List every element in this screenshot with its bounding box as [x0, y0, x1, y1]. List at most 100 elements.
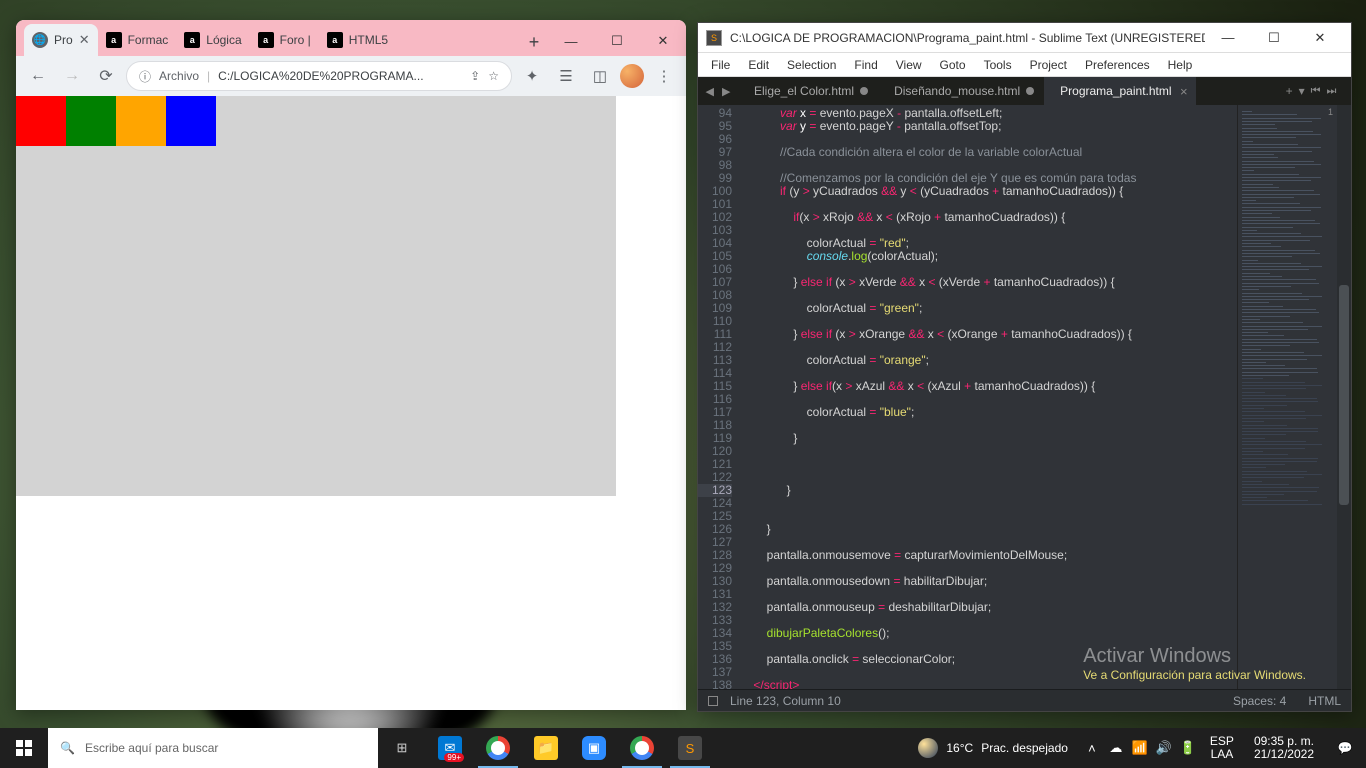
- chrome-tabstrip: 🌐Pro✕aFormacaLógicaaForo | a HTML5 + — ☐ ✕: [16, 20, 686, 56]
- chrome-window: 🌐Pro✕aFormacaLógicaaForo | a HTML5 + — ☐ ✕…: [16, 20, 686, 710]
- browser-tab[interactable]: a HTML5: [319, 24, 396, 56]
- maximize-button[interactable]: ☐: [594, 26, 640, 56]
- next-tab-icon[interactable]: ⏭: [1327, 85, 1337, 98]
- clock[interactable]: 09:35 p. m.21/12/2022: [1244, 735, 1324, 761]
- profile-avatar[interactable]: [620, 64, 644, 88]
- dirty-indicator-icon: [1026, 87, 1034, 95]
- editor-tab[interactable]: Elige_el Color.html: [738, 77, 878, 105]
- chrome-app-2[interactable]: [618, 728, 666, 768]
- notifications-icon[interactable]: 💬: [1324, 728, 1366, 768]
- code-area[interactable]: var x = evento.pageX - pantalla.offsetLe…: [740, 105, 1237, 689]
- minimize-button[interactable]: —: [548, 26, 594, 56]
- menu-tools[interactable]: Tools: [975, 53, 1021, 76]
- alura-favicon: a: [327, 32, 343, 48]
- editor-tab-label: Programa_paint.html: [1060, 84, 1171, 98]
- tab-close-icon[interactable]: ×: [1180, 84, 1188, 99]
- indent-mode[interactable]: Spaces: 4: [1233, 694, 1286, 708]
- menu-view[interactable]: View: [887, 53, 931, 76]
- tab-dropdown-icon[interactable]: ▾: [1299, 84, 1305, 98]
- sublime-icon: S: [706, 30, 722, 46]
- windows-taskbar: 🔍 Escribe aquí para buscar ⊞ 99+✉ 📁 ▣ S …: [0, 728, 1366, 768]
- side-panel-icon[interactable]: ◫: [586, 62, 614, 90]
- taskbar-search[interactable]: 🔍 Escribe aquí para buscar: [48, 728, 378, 768]
- browser-tab[interactable]: aFormac: [98, 24, 177, 56]
- syntax-mode[interactable]: HTML: [1308, 694, 1341, 708]
- tab-label: HTML5: [349, 33, 388, 47]
- dirty-indicator-icon: [860, 87, 868, 95]
- scrollbar-thumb[interactable]: [1339, 285, 1349, 505]
- weather-desc: Prac. despejado: [981, 741, 1068, 755]
- chrome-toolbar: ← → ⟳ ⓘ Archivo | C:/LOGICA%20DE%20PROGR…: [16, 56, 686, 96]
- palette-orange[interactable]: [116, 96, 166, 146]
- start-button[interactable]: [0, 728, 48, 768]
- search-placeholder: Escribe aquí para buscar: [85, 741, 218, 755]
- maximize-button[interactable]: ☐: [1251, 23, 1297, 53]
- browser-tab[interactable]: aLógica: [176, 24, 249, 56]
- menu-preferences[interactable]: Preferences: [1076, 53, 1159, 76]
- battery-icon[interactable]: 🔋: [1176, 728, 1200, 768]
- new-tab-icon[interactable]: +: [1286, 84, 1293, 98]
- alura-favicon: a: [184, 32, 200, 48]
- tray-overflow-icon[interactable]: ˄: [1080, 728, 1104, 768]
- editor-tab[interactable]: Diseñando_mouse.html: [878, 77, 1044, 105]
- url-prefix: Archivo: [159, 69, 199, 83]
- minimize-button[interactable]: —: [1205, 23, 1251, 53]
- star-icon[interactable]: ☆: [488, 69, 499, 83]
- nav-back-icon[interactable]: ◀: [706, 85, 714, 98]
- share-icon[interactable]: ⇪: [470, 69, 480, 83]
- search-icon: 🔍: [60, 741, 75, 755]
- forward-button[interactable]: →: [58, 62, 86, 90]
- minimap[interactable]: 1: [1237, 105, 1337, 689]
- address-bar[interactable]: ⓘ Archivo | C:/LOGICA%20DE%20PROGRAMA...…: [126, 61, 512, 91]
- volume-icon[interactable]: 🔊: [1152, 728, 1176, 768]
- globe-icon: 🌐: [32, 32, 48, 48]
- onedrive-icon[interactable]: ☁: [1104, 728, 1128, 768]
- sublime-app[interactable]: S: [666, 728, 714, 768]
- close-button[interactable]: ✕: [1297, 23, 1343, 53]
- language-indicator[interactable]: ESPLAA: [1200, 735, 1244, 761]
- back-button[interactable]: ←: [24, 62, 52, 90]
- system-tray: 16°C Prac. despejado ˄ ☁ 📶 🔊 🔋 ESPLAA 09…: [906, 728, 1366, 768]
- alura-favicon: a: [106, 32, 122, 48]
- wifi-icon[interactable]: 📶: [1128, 728, 1152, 768]
- menu-selection[interactable]: Selection: [778, 53, 845, 76]
- menu-file[interactable]: File: [702, 53, 739, 76]
- chrome-app[interactable]: [474, 728, 522, 768]
- prev-tab-icon[interactable]: ⏮: [1311, 85, 1321, 98]
- color-palette: [16, 96, 616, 146]
- sublime-tabbar: ◀ ▶ Elige_el Color.html Diseñando_mouse.ht…: [698, 77, 1351, 105]
- editor-tab[interactable]: Programa_paint.html ×: [1044, 77, 1195, 105]
- palette-green[interactable]: [66, 96, 116, 146]
- menu-project[interactable]: Project: [1021, 53, 1076, 76]
- vertical-scrollbar[interactable]: [1337, 105, 1351, 689]
- palette-red[interactable]: [16, 96, 66, 146]
- palette-blue[interactable]: [166, 96, 216, 146]
- nav-fwd-icon[interactable]: ▶: [722, 85, 730, 98]
- menu-edit[interactable]: Edit: [739, 53, 778, 76]
- new-tab-button[interactable]: +: [520, 28, 548, 56]
- menu-goto[interactable]: Goto: [931, 53, 975, 76]
- chrome-menu-icon[interactable]: ⋮: [650, 62, 678, 90]
- sublime-titlebar: S C:\LOGICA DE PROGRAMACION\Programa_pai…: [698, 23, 1351, 53]
- reload-button[interactable]: ⟳: [92, 62, 120, 90]
- zoom-app[interactable]: ▣: [570, 728, 618, 768]
- reading-list-icon[interactable]: ☰: [552, 62, 580, 90]
- sublime-menubar: FileEditSelectionFindViewGotoToolsProjec…: [698, 53, 1351, 77]
- extensions-icon[interactable]: ✦: [518, 62, 546, 90]
- tab-close-icon[interactable]: ✕: [79, 32, 90, 48]
- taskbar-apps: ⊞ 99+✉ 📁 ▣ S: [378, 728, 714, 768]
- explorer-app[interactable]: 📁: [522, 728, 570, 768]
- browser-tab[interactable]: 🌐Pro✕: [24, 24, 98, 56]
- sublime-title: C:\LOGICA DE PROGRAMACION\Programa_paint…: [730, 31, 1205, 45]
- status-panel-icon[interactable]: [708, 696, 718, 706]
- drawing-canvas[interactable]: [16, 96, 616, 496]
- weather-widget[interactable]: 16°C Prac. despejado: [906, 738, 1080, 758]
- close-button[interactable]: ✕: [640, 26, 686, 56]
- task-view-button[interactable]: ⊞: [378, 728, 426, 768]
- menu-find[interactable]: Find: [845, 53, 886, 76]
- mail-app[interactable]: 99+✉: [426, 728, 474, 768]
- editor-tab-label: Elige_el Color.html: [754, 84, 854, 98]
- menu-help[interactable]: Help: [1159, 53, 1202, 76]
- browser-tab[interactable]: aForo |: [250, 24, 319, 56]
- sublime-window: S C:\LOGICA DE PROGRAMACION\Programa_pai…: [697, 22, 1352, 712]
